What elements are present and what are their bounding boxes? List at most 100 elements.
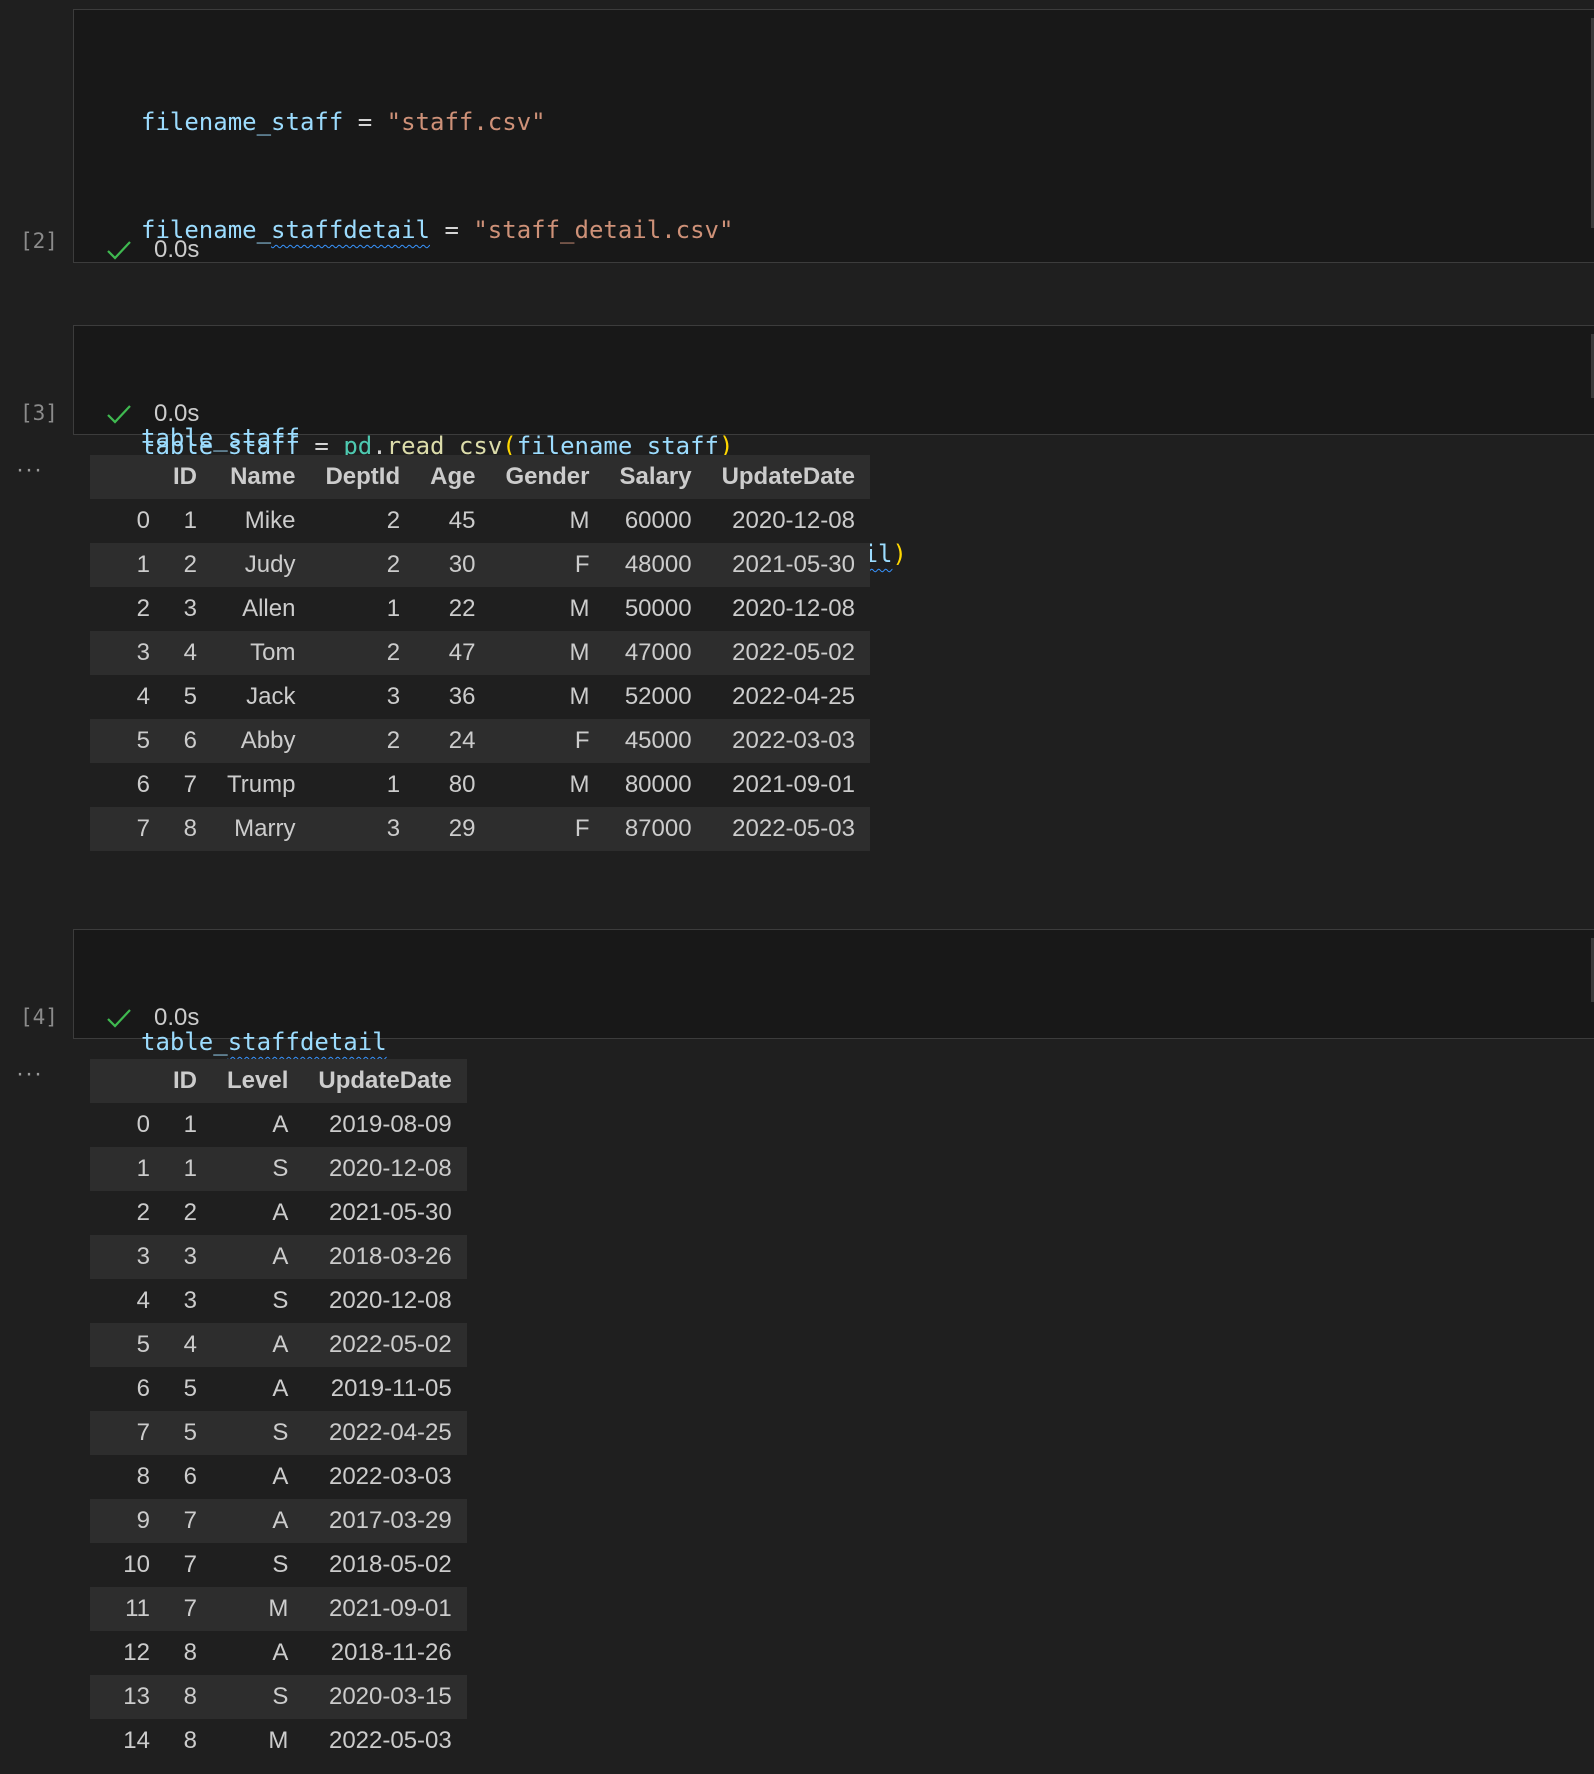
table-cell: 2	[386, 639, 401, 666]
table-cell: Judy	[244, 551, 296, 578]
row-index: 11	[125, 1595, 150, 1622]
table-cell: 2018-05-02	[328, 1551, 452, 1578]
table-cell: 2022-05-02	[732, 639, 855, 666]
execution-time: 0.0s	[154, 1004, 200, 1031]
table-row: 5 6 Abby 2 24 F 45000 2022-03-03	[90, 719, 870, 763]
row-index: 6	[136, 771, 150, 798]
table-cell: Jack	[246, 683, 296, 710]
table-row: 1 1 S 2020-12-08	[90, 1147, 467, 1191]
table-cell: 2020-12-08	[328, 1287, 452, 1314]
table-cell: 5	[183, 1375, 197, 1402]
table-cell: A	[272, 1639, 289, 1666]
table-cell: 2021-09-01	[328, 1595, 452, 1622]
table-cell: Tom	[250, 639, 296, 666]
table-cell: A	[272, 1199, 289, 1226]
table-cell: 7	[183, 1507, 197, 1534]
row-index: 12	[123, 1639, 150, 1666]
table-cell: 8	[183, 815, 197, 842]
column-header: Salary	[604, 455, 707, 499]
column-header: ID	[158, 455, 212, 499]
table-cell: 2020-03-15	[328, 1683, 452, 1710]
table-cell: 30	[448, 551, 476, 578]
table-cell: 87000	[624, 815, 692, 842]
table-cell: 5	[183, 1419, 197, 1446]
table-row: 6 5 A 2019-11-05	[90, 1367, 467, 1411]
table-cell: 3	[386, 815, 401, 842]
row-index: 8	[136, 1463, 150, 1490]
table-cell: M	[268, 1595, 289, 1622]
table-cell: S	[272, 1287, 289, 1314]
table-cell: A	[272, 1463, 289, 1490]
table-cell: 1	[386, 771, 401, 798]
table-cell: 2017-03-29	[328, 1507, 452, 1534]
table-cell: 45000	[624, 727, 692, 754]
row-index: 7	[136, 1419, 150, 1446]
table-cell: 5	[183, 683, 197, 710]
table-cell: M	[569, 639, 590, 666]
table-cell: M	[569, 595, 590, 622]
output-table-staff: ID Name DeptId Age Gender Salary UpdateD…	[90, 455, 870, 851]
table-row: 4 3 S 2020-12-08	[90, 1279, 467, 1323]
check-icon	[107, 241, 131, 260]
row-index: 2	[136, 1199, 150, 1226]
table-cell: 2019-08-09	[328, 1111, 452, 1138]
table-cell: 2022-03-03	[328, 1463, 452, 1490]
code-line-1: filename_staff = "staff.csv"	[141, 108, 546, 136]
column-header: UpdateDate	[706, 455, 870, 499]
table-row: 10 7 S 2018-05-02	[90, 1543, 467, 1587]
table-cell: 2	[386, 507, 401, 534]
table-header-row: ID Level UpdateDate	[90, 1059, 467, 1103]
index-header	[90, 455, 158, 499]
table-cell: 50000	[624, 595, 692, 622]
execution-count: [2]	[20, 229, 58, 253]
row-index: 0	[136, 507, 150, 534]
table-cell: S	[272, 1155, 289, 1182]
table-cell: Abby	[240, 727, 296, 754]
table-cell: 2019-11-05	[330, 1375, 452, 1402]
table-cell: M	[268, 1727, 289, 1754]
execution-time: 0.0s	[154, 236, 200, 263]
table-cell: 2021-05-30	[328, 1199, 452, 1226]
table-cell: 2022-04-25	[328, 1419, 452, 1446]
table-row: 7 5 S 2022-04-25	[90, 1411, 467, 1455]
execution-status: 0.0s	[106, 400, 199, 428]
column-header: Age	[415, 455, 491, 499]
table-row: 6 7 Trump 1 80 M 80000 2021-09-01	[90, 763, 870, 807]
table-cell: S	[272, 1419, 289, 1446]
row-index: 9	[136, 1507, 150, 1534]
table-cell: 8	[183, 1683, 197, 1710]
table-cell: 4	[183, 1331, 197, 1358]
table-cell: 52000	[624, 683, 692, 710]
column-header: DeptId	[310, 455, 416, 499]
column-header: Name	[212, 455, 311, 499]
table-cell: 2020-12-08	[732, 507, 855, 534]
index-header	[90, 1059, 158, 1103]
table-cell: 60000	[624, 507, 692, 534]
table-cell: 45	[448, 507, 476, 534]
table-row: 7 8 Marry 3 29 F 87000 2022-05-03	[90, 807, 870, 851]
execution-status: 0.0s	[106, 236, 199, 264]
table-cell: 3	[183, 1243, 197, 1270]
execution-count: [4]	[20, 1005, 58, 1029]
execution-status: 0.0s	[106, 1004, 199, 1032]
row-index: 13	[123, 1683, 150, 1710]
table-cell: A	[272, 1331, 289, 1358]
table-cell: 7	[183, 1595, 197, 1622]
table-cell: 1	[183, 1111, 197, 1138]
output-menu-ellipsis[interactable]: ···	[16, 456, 43, 484]
table-cell: 2018-03-26	[328, 1243, 452, 1270]
code-cell-4[interactable]: table_staffdetail 0.0s	[73, 929, 1594, 1056]
execution-count: [3]	[20, 401, 58, 425]
check-icon	[107, 1009, 131, 1028]
check-icon	[107, 405, 131, 424]
output-menu-ellipsis[interactable]: ···	[16, 1060, 43, 1088]
table-cell: 6	[183, 1463, 197, 1490]
table-cell: 24	[448, 727, 476, 754]
table-row: 2 3 Allen 1 22 M 50000 2020-12-08	[90, 587, 870, 631]
table-cell: 7	[183, 771, 197, 798]
table-cell: 8	[183, 1639, 197, 1666]
code-cell-2[interactable]: filename_staff = "staff.csv" filename_st…	[73, 9, 1594, 568]
table-cell: 1	[183, 1155, 197, 1182]
table-header-row: ID Name DeptId Age Gender Salary UpdateD…	[90, 455, 870, 499]
code-cell-3[interactable]: table_staff 0.0s	[73, 325, 1594, 452]
